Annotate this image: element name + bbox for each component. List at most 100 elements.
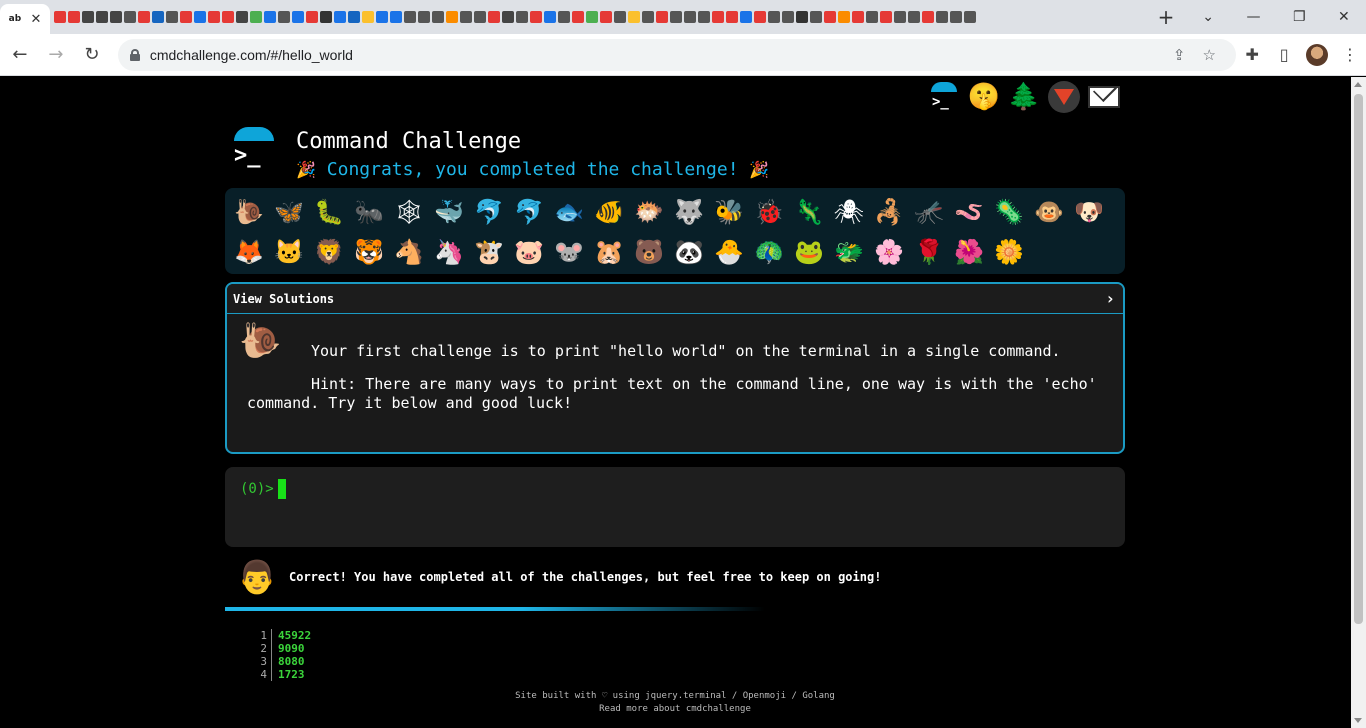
tab-favicon-icon[interactable] (852, 11, 864, 23)
bookmark-star-icon[interactable]: ☆ (1194, 46, 1224, 64)
profile-avatar[interactable] (1306, 43, 1329, 66)
challenge-badge-icon[interactable]: 🐠 (589, 192, 629, 232)
scroll-up-icon[interactable] (1354, 82, 1362, 87)
tab-favicon-icon[interactable] (362, 11, 374, 23)
tab-favicon-icon[interactable] (264, 11, 276, 23)
tab-favicon-icon[interactable] (432, 11, 444, 23)
tab-favicon-icon[interactable] (600, 11, 612, 23)
tab-favicon-icon[interactable] (236, 11, 248, 23)
challenge-badge-icon[interactable]: 🪱 (949, 192, 989, 232)
tab-favicon-icon[interactable] (152, 11, 164, 23)
tab-favicon-icon[interactable] (460, 11, 472, 23)
tab-favicon-icon[interactable] (82, 11, 94, 23)
challenge-badge-icon[interactable]: 🦄 (429, 232, 469, 272)
tab-favicon-icon[interactable] (838, 11, 850, 23)
challenge-badge-icon[interactable]: 🦁 (309, 232, 349, 272)
scroll-thumb[interactable] (1354, 94, 1363, 624)
terminal[interactable]: (0)> (225, 467, 1125, 547)
tab-search-icon[interactable]: ⌄ (1202, 9, 1214, 25)
mail-icon[interactable] (1088, 81, 1120, 113)
lock-icon[interactable] (129, 48, 140, 61)
view-solutions-label[interactable]: View Solutions (233, 292, 334, 306)
tab-favicon-icon[interactable] (740, 11, 752, 23)
tab-favicon-icon[interactable] (908, 11, 920, 23)
challenge-badge-icon[interactable]: 🐼 (669, 232, 709, 272)
tab-favicon-icon[interactable] (502, 11, 514, 23)
challenge-badge-icon[interactable]: 🦋 (269, 192, 309, 232)
tab-favicons[interactable] (50, 0, 1146, 34)
close-window-icon[interactable]: ✕ (1338, 9, 1350, 25)
close-tab-icon[interactable]: ✕ (30, 12, 41, 27)
challenge-badge-icon[interactable]: 🐴 (389, 232, 429, 272)
challenge-badge-icon[interactable]: 🐌 (229, 192, 269, 232)
tab-favicon-icon[interactable] (446, 11, 458, 23)
scroll-down-icon[interactable] (1354, 718, 1362, 723)
tab-favicon-icon[interactable] (474, 11, 486, 23)
tab-favicon-icon[interactable] (320, 11, 332, 23)
tab-favicon-icon[interactable] (572, 11, 584, 23)
challenge-badge-icon[interactable]: 🦚 (749, 232, 789, 272)
challenge-badge-icon[interactable]: 🦂 (869, 192, 909, 232)
challenge-badge-icon[interactable]: 🌹 (909, 232, 949, 272)
tab-favicon-icon[interactable] (208, 11, 220, 23)
side-panel-icon[interactable]: ▯ (1268, 45, 1300, 64)
challenge-badge-icon[interactable]: 🐺 (669, 192, 709, 232)
tab-favicon-icon[interactable] (194, 11, 206, 23)
back-icon[interactable]: ← (4, 39, 36, 71)
tab-favicon-icon[interactable] (544, 11, 556, 23)
active-tab[interactable]: ab ✕ (0, 4, 50, 34)
challenge-badge-icon[interactable]: 🦟 (909, 192, 949, 232)
challenge-badge-icon[interactable]: 🌸 (869, 232, 909, 272)
share-icon[interactable]: ⇪ (1164, 46, 1194, 64)
tab-favicon-icon[interactable] (292, 11, 304, 23)
tab-favicon-icon[interactable] (68, 11, 80, 23)
minimize-icon[interactable]: — (1246, 9, 1260, 25)
challenge-badge-icon[interactable]: 🐮 (469, 232, 509, 272)
tab-favicon-icon[interactable] (306, 11, 318, 23)
tab-favicon-icon[interactable] (894, 11, 906, 23)
forward-icon[interactable]: → (40, 39, 72, 71)
reload-icon[interactable]: ↻ (76, 39, 108, 71)
tab-favicon-icon[interactable] (936, 11, 948, 23)
tab-favicon-icon[interactable] (278, 11, 290, 23)
challenge-badge-icon[interactable]: 🐯 (349, 232, 389, 272)
challenge-badge-icon[interactable]: 🌼 (989, 232, 1029, 272)
terminal-logo-icon[interactable]: >_ (928, 81, 960, 113)
tab-favicon-icon[interactable] (670, 11, 682, 23)
tab-favicon-icon[interactable] (390, 11, 402, 23)
tab-favicon-icon[interactable] (96, 11, 108, 23)
challenge-badge-icon[interactable]: 🐲 (829, 232, 869, 272)
tab-favicon-icon[interactable] (712, 11, 724, 23)
challenge-badge-icon[interactable]: 🐱 (269, 232, 309, 272)
challenge-badge-icon[interactable]: 🦠 (989, 192, 1029, 232)
tab-favicon-icon[interactable] (866, 11, 878, 23)
tab-favicon-icon[interactable] (334, 11, 346, 23)
tab-favicon-icon[interactable] (782, 11, 794, 23)
tab-favicon-icon[interactable] (138, 11, 150, 23)
tab-favicon-icon[interactable] (586, 11, 598, 23)
challenge-badge-icon[interactable]: 🐡 (629, 192, 669, 232)
extensions-icon[interactable]: ✚ (1236, 45, 1268, 64)
view-solutions-bar[interactable]: View Solutions › (227, 284, 1123, 314)
tab-favicon-icon[interactable] (726, 11, 738, 23)
tab-favicon-icon[interactable] (754, 11, 766, 23)
challenge-badge-icon[interactable]: 🌺 (949, 232, 989, 272)
tree-icon[interactable]: 🌲 (1008, 81, 1040, 113)
challenge-badge-icon[interactable]: 🐝 (709, 192, 749, 232)
challenge-badge-icon[interactable]: 🐶 (1069, 192, 1109, 232)
chevron-right-icon[interactable]: › (1105, 289, 1115, 308)
challenge-badge-icon[interactable]: 🕷 (829, 192, 869, 232)
tab-favicon-icon[interactable] (516, 11, 528, 23)
tab-favicon-icon[interactable] (656, 11, 668, 23)
gitlab-icon[interactable] (1048, 81, 1080, 113)
challenge-badge-icon[interactable]: 🦎 (789, 192, 829, 232)
challenge-badge-icon[interactable]: 🐟 (549, 192, 589, 232)
terminal-cursor[interactable] (277, 479, 286, 499)
tab-favicon-icon[interactable] (614, 11, 626, 23)
new-tab-button[interactable]: + (1146, 5, 1186, 29)
tab-favicon-icon[interactable] (418, 11, 430, 23)
tab-favicon-icon[interactable] (768, 11, 780, 23)
tab-favicon-icon[interactable] (558, 11, 570, 23)
tab-favicon-icon[interactable] (880, 11, 892, 23)
tab-favicon-icon[interactable] (222, 11, 234, 23)
